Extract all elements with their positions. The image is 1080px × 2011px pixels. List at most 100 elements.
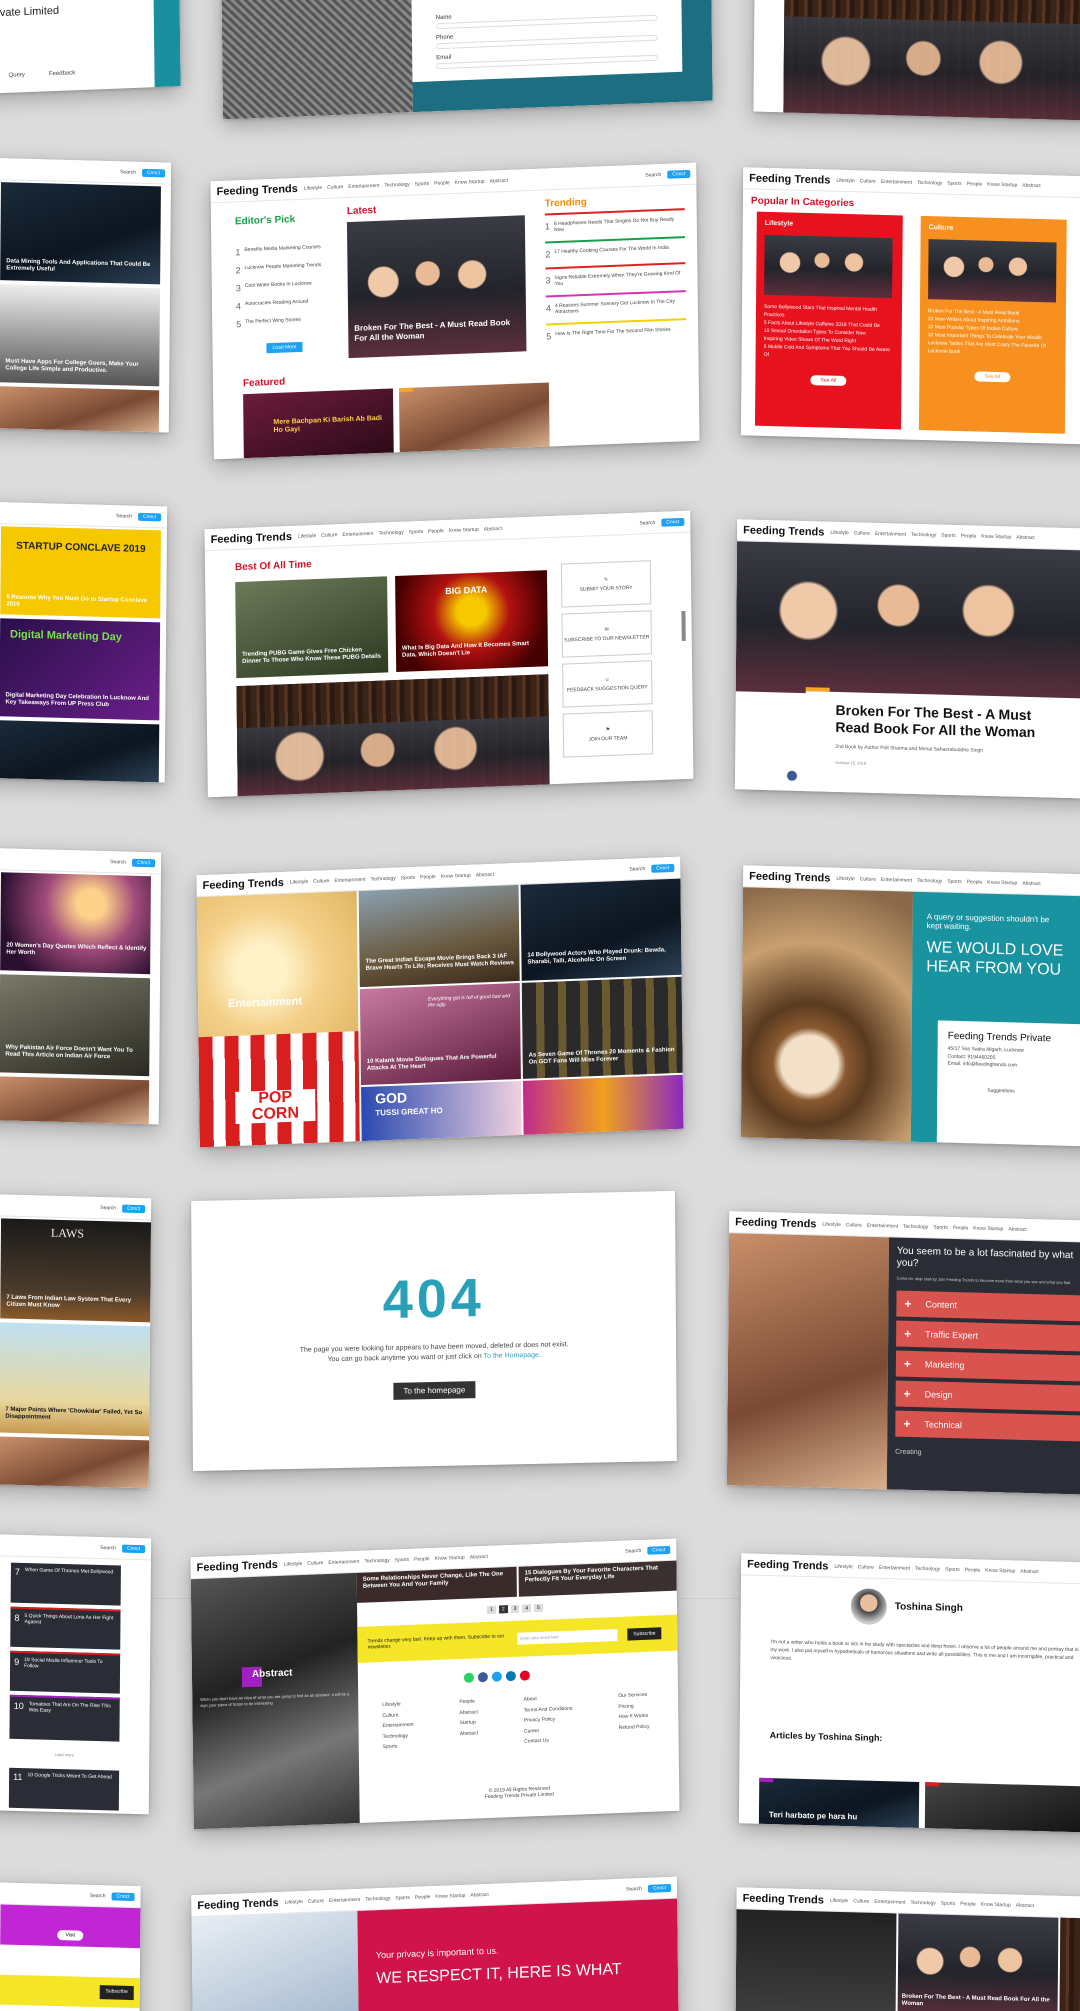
nav-people[interactable]: People — [965, 1567, 981, 1573]
nav-culture[interactable]: Culture — [860, 876, 876, 882]
nav-people[interactable]: People — [414, 1556, 430, 1563]
nav-know-startup[interactable]: Know Startup — [985, 1567, 1015, 1574]
nav-abstract[interactable]: Abstract — [1008, 1226, 1026, 1232]
connect-button[interactable]: Cnnct — [651, 863, 675, 873]
footer-link[interactable]: Contact Us — [524, 1735, 573, 1747]
nav-people[interactable]: People — [960, 1901, 976, 1907]
visit-button[interactable]: Visit — [57, 1930, 83, 1941]
nav-people[interactable]: People — [967, 181, 983, 187]
brand-logo[interactable]: Feeding Trends — [217, 182, 298, 197]
nav-people[interactable]: People — [953, 1224, 969, 1230]
search-label[interactable]: Search — [625, 1547, 641, 1554]
nav-sports[interactable]: Sports — [947, 878, 962, 884]
search-label[interactable]: Search — [110, 859, 126, 865]
nav-abstract[interactable]: Abstract — [470, 1553, 488, 1560]
brand-logo[interactable]: Feeding Trends — [197, 1896, 278, 1911]
connect-button[interactable]: Cnnct — [141, 168, 166, 177]
nav-culture[interactable]: Culture — [307, 1560, 323, 1567]
subscribe-button[interactable]: Subscribe — [627, 1627, 662, 1641]
nav-abstract[interactable]: Abstract — [1016, 1902, 1034, 1908]
nav-lifestyle[interactable]: Lifestyle — [284, 1561, 302, 1568]
nav-sports[interactable]: Sports — [395, 1894, 410, 1901]
nav-entertainment[interactable]: Entertainment — [875, 530, 906, 537]
marketing-item[interactable]: + Marketing — [895, 1350, 1080, 1382]
nav-sports[interactable]: Sports — [941, 1900, 956, 1906]
nav-entertainment[interactable]: Entertainment — [348, 182, 379, 189]
connect-button[interactable]: Cnnct — [131, 858, 156, 867]
brand-logo[interactable]: Feeding Trends — [749, 870, 830, 884]
see-all-button[interactable]: See All — [974, 371, 1011, 383]
page-1[interactable]: 1 — [487, 1605, 496, 1614]
nav-technology[interactable]: Technology — [364, 1557, 389, 1564]
connect-button[interactable]: Cnnct — [111, 1891, 135, 1901]
nav-culture[interactable]: Culture — [854, 530, 870, 536]
nav-know-startup[interactable]: Know Startup — [441, 872, 471, 879]
nav-sports[interactable]: Sports — [415, 180, 430, 187]
footer-link[interactable]: Our Services — [618, 1690, 649, 1702]
nav-sports[interactable]: Sports — [933, 1224, 948, 1230]
brand-logo[interactable]: Feeding Trends — [211, 530, 292, 545]
nav-people[interactable]: People — [428, 528, 444, 535]
category-culture[interactable]: Culture Broken For The Best - A Must Rea… — [918, 215, 1067, 434]
content-item[interactable]: + Content — [896, 1290, 1080, 1322]
nav-know-startup[interactable]: Know Startup — [435, 1892, 465, 1899]
nav-know-startup[interactable]: Know Startup — [981, 533, 1011, 540]
nav-lifestyle[interactable]: Lifestyle — [836, 177, 854, 183]
facebook-icon[interactable] — [786, 770, 798, 781]
nav-entertainment[interactable]: Entertainment — [334, 876, 365, 883]
page-5[interactable]: 5 — [534, 1603, 543, 1613]
load-more-button[interactable]: Load More — [266, 341, 303, 354]
nav-entertainment[interactable]: Entertainment — [879, 1564, 910, 1571]
brand-logo[interactable]: Feeding Trends — [743, 524, 824, 538]
nav-sports[interactable]: Sports — [395, 1556, 410, 1563]
popcorn-banner[interactable]: Entertainment POP CORN — [196, 891, 360, 1148]
footer-link[interactable]: Startup — [460, 1717, 478, 1728]
homepage-link[interactable]: To the Homepage. — [484, 1352, 541, 1360]
nav-culture[interactable]: Culture — [860, 178, 876, 184]
nav-lifestyle[interactable]: Lifestyle — [836, 875, 854, 881]
join-team-box[interactable]: ⚑ JOIN OUR TEAM — [562, 710, 654, 758]
nav-people[interactable]: People — [415, 1894, 431, 1901]
connect-button[interactable]: Cnnct — [647, 1883, 672, 1893]
design-item[interactable]: + Design — [895, 1380, 1080, 1412]
connect-button[interactable]: Cnnct — [647, 1545, 671, 1555]
nav-know-startup[interactable]: Know Startup — [987, 879, 1017, 886]
brand-logo[interactable]: Feeding Trends — [749, 172, 830, 186]
nav-entertainment[interactable]: Entertainment — [881, 876, 912, 883]
nav-culture[interactable]: Culture — [846, 1222, 862, 1228]
search-label[interactable]: Search — [645, 171, 661, 178]
nav-abstract[interactable]: Abstract — [470, 1891, 488, 1898]
pinterest-icon[interactable] — [519, 1670, 530, 1681]
suggestions-link[interactable]: Suggestions — [987, 1087, 1080, 1097]
nav-entertainment[interactable]: Entertainment — [342, 530, 373, 537]
nav-entertainment[interactable]: Entertainment — [329, 1896, 360, 1903]
whatsapp-icon[interactable] — [463, 1672, 474, 1683]
search-label[interactable]: Search — [90, 1892, 106, 1898]
footer-link[interactable]: Refund Policy — [619, 1721, 650, 1733]
page-2[interactable]: 2 — [498, 1605, 508, 1614]
footer-link[interactable]: People — [459, 1696, 477, 1707]
nav-technology[interactable]: Technology — [903, 1223, 928, 1230]
nav-people[interactable]: People — [420, 874, 436, 881]
nav-know-startup[interactable]: Know Startup — [435, 1554, 465, 1561]
see-all-button[interactable]: See All — [810, 375, 847, 387]
nav-technology[interactable]: Technology — [915, 1565, 940, 1572]
homepage-button[interactable]: To the homepage — [393, 1381, 476, 1400]
nav-people[interactable]: People — [434, 180, 450, 187]
technical-item[interactable]: + Technical — [895, 1410, 1080, 1442]
nav-entertainment[interactable]: Entertainment — [328, 1558, 359, 1565]
nav-know-startup[interactable]: Know Startup — [455, 178, 485, 185]
article-title[interactable]: Broken For The Best - A Must Read Book F… — [902, 1994, 1052, 2011]
footer-link[interactable]: Sports — [383, 1741, 414, 1753]
nav-sports[interactable]: Sports — [401, 874, 416, 881]
feedback-link[interactable]: Feedback — [49, 70, 75, 77]
page-3[interactable]: 3 — [510, 1604, 520, 1614]
nav-abstract[interactable]: Abstract — [476, 871, 494, 878]
nav-lifestyle[interactable]: Lifestyle — [834, 1563, 852, 1569]
connect-button[interactable]: Cnnct — [121, 1544, 146, 1553]
nav-sports[interactable]: Sports — [941, 532, 956, 538]
list-item[interactable]: 9 19 Social Media Influencer Tools To Fol… — [9, 1650, 121, 1694]
linkedin-icon[interactable] — [505, 1670, 516, 1682]
nav-culture[interactable]: Culture — [853, 1898, 869, 1904]
nav-lifestyle[interactable]: Lifestyle — [290, 878, 308, 885]
